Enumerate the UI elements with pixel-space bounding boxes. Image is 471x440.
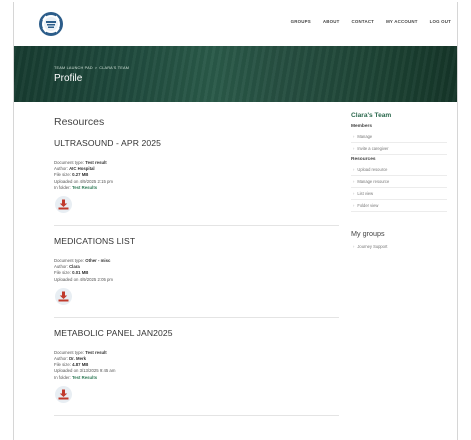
download-button[interactable] — [55, 287, 72, 305]
nav-groups[interactable]: GROUPS — [291, 19, 311, 24]
doc-size-label: File size: — [54, 270, 71, 276]
doc-size-value: 4.87 MB — [72, 362, 89, 368]
doc-folder-link[interactable]: Test Results — [72, 375, 97, 380]
doc-uploaded: Uploaded on 4/9/2025 2:05 pm — [54, 276, 114, 282]
doc-author-value: AIC Hospital — [69, 166, 95, 172]
nav-log-out[interactable]: LOG OUT — [430, 19, 451, 24]
doc-size-value: 0.01 MB — [72, 270, 89, 276]
doc-size-label: File size: — [54, 172, 71, 178]
doc-type-value: Other - misc — [85, 258, 111, 264]
hero-banner: TEAM LAUNCH PAD > CLARA'S TEAM Profile — [14, 46, 457, 102]
doc-author-label: Author: — [54, 166, 68, 172]
doc-folder-label: In folder: — [54, 184, 71, 190]
download-button[interactable] — [55, 385, 72, 403]
sidebar-team-title[interactable]: Clara's Team — [351, 112, 447, 119]
document-title[interactable]: METABOLIC PANEL JAN2025 — [54, 328, 339, 338]
sidebar-item-label: Journey Support — [357, 244, 388, 249]
chevron-right-icon: › — [353, 191, 355, 196]
logo-icon — [39, 12, 63, 36]
doc-size-value: 0.27 MB — [72, 172, 89, 178]
top-bar: GROUPS ABOUT CONTACT MY ACCOUNT LOG OUT — [14, 2, 457, 46]
download-icon — [58, 199, 69, 210]
chevron-right-icon: › — [353, 167, 355, 172]
sidebar-item-label: Folder view — [357, 203, 379, 208]
document-item: MEDICATIONS LIST Document type: Other - … — [54, 236, 339, 318]
sidebar-item-journey-support[interactable]: › Journey Support — [351, 241, 447, 252]
document-title[interactable]: ULTRASOUND - APR 2025 — [54, 138, 339, 148]
sidebar-item-manage[interactable]: › Manage — [351, 131, 447, 143]
document-meta: Document type: Test result Author: Dr. M… — [54, 350, 339, 381]
doc-author-value: Dr. Merk — [69, 356, 87, 362]
sidebar-item-label: Manage resource — [357, 179, 390, 184]
breadcrumb: TEAM LAUNCH PAD > CLARA'S TEAM — [54, 66, 129, 70]
doc-type-label: Document type: — [54, 349, 85, 355]
doc-type-label: Document type: — [54, 160, 85, 165]
download-icon — [58, 291, 69, 302]
chevron-right-icon: › — [353, 244, 355, 249]
chevron-right-icon: › — [353, 146, 355, 151]
sidebar-item-label: Manage — [357, 134, 373, 139]
download-button[interactable] — [55, 196, 72, 214]
sidebar-resources-heading: Resources — [351, 157, 376, 162]
logo[interactable] — [36, 10, 66, 38]
doc-folder-label: In folder: — [54, 374, 71, 380]
team-sidebar: Clara's Team Members › Manage › Invite a c… — [351, 112, 447, 252]
page-title: Profile — [54, 73, 83, 84]
download-icon — [58, 389, 69, 400]
main-nav: GROUPS ABOUT CONTACT MY ACCOUNT LOG OUT — [279, 19, 451, 24]
doc-author-value: Clara — [69, 264, 80, 270]
doc-type-value: Test result — [85, 349, 107, 355]
breadcrumb-team[interactable]: CLARA'S TEAM — [99, 66, 129, 70]
sidebar-item-label: Invite a caregiver — [357, 146, 389, 151]
document-meta: Document type: Test result Author: AIC H… — [54, 160, 339, 191]
breadcrumb-home[interactable]: TEAM LAUNCH PAD — [54, 66, 93, 70]
sidebar-members-heading: Members — [351, 124, 373, 129]
nav-contact[interactable]: CONTACT — [352, 19, 375, 24]
document-item: METABOLIC PANEL JAN2025 Document type: T… — [54, 328, 339, 416]
page-frame: GROUPS ABOUT CONTACT MY ACCOUNT LOG OUT … — [13, 2, 458, 440]
sidebar-item-label: Upload resource — [357, 167, 388, 172]
doc-size-label: File size: — [54, 362, 71, 368]
sidebar-item-upload-resource[interactable]: › Upload resource — [351, 164, 447, 176]
document-item: ULTRASOUND - APR 2025 Document type: Tes… — [54, 138, 339, 227]
doc-author-label: Author: — [54, 356, 68, 362]
doc-author-label: Author: — [54, 264, 68, 270]
doc-type-value: Test result — [85, 160, 107, 165]
chevron-right-icon: › — [353, 203, 355, 208]
doc-type-label: Document type: — [54, 258, 85, 264]
chevron-right-icon: › — [353, 179, 355, 184]
resources-main: Resources ULTRASOUND - APR 2025 Document… — [54, 112, 339, 426]
sidebar-item-label: List view — [357, 191, 374, 196]
document-meta: Document type: Other - misc Author: Clar… — [54, 258, 339, 283]
breadcrumb-separator: > — [94, 66, 98, 70]
chevron-right-icon: › — [353, 134, 355, 139]
section-title: Resources — [54, 116, 105, 128]
sidebar-groups-title: My groups — [351, 229, 385, 238]
sidebar-item-invite-caregiver[interactable]: › Invite a caregiver — [351, 143, 447, 155]
document-title[interactable]: MEDICATIONS LIST — [54, 236, 339, 246]
doc-folder-link[interactable]: Test Results — [72, 185, 97, 190]
nav-my-account[interactable]: MY ACCOUNT — [386, 19, 418, 24]
nav-about[interactable]: ABOUT — [323, 19, 340, 24]
sidebar-item-manage-resource[interactable]: › Manage resource — [351, 176, 447, 188]
sidebar-item-folder-view[interactable]: › Folder view — [351, 200, 447, 212]
sidebar-item-list-view[interactable]: › List view — [351, 188, 447, 200]
